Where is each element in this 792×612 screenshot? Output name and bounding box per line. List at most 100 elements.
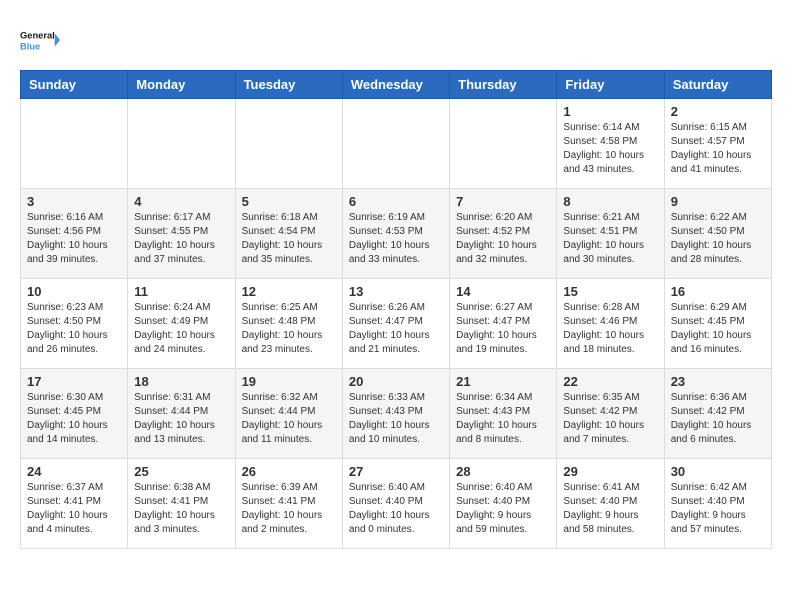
day-number: 8	[563, 194, 657, 209]
day-cell-27: 27Sunrise: 6:40 AMSunset: 4:40 PMDayligh…	[342, 459, 449, 549]
day-number: 4	[134, 194, 228, 209]
day-number: 9	[671, 194, 765, 209]
weekday-monday: Monday	[128, 71, 235, 99]
day-number: 20	[349, 374, 443, 389]
day-cell-21: 21 Sunrise: 6:34 AMSunset: 4:43 PMDayligh…	[450, 369, 557, 459]
day-cell-23: 23Sunrise: 6:36 AMSunset: 4:42 PMDayligh…	[664, 369, 771, 459]
day-detail: Sunrise: 6:14 AMSunset: 4:58 PMDaylight:…	[563, 121, 657, 177]
day-cell-18: 18 Sunrise: 6:31 AMSunset: 4:44 PMDayligh…	[128, 369, 235, 459]
day-detail: Sunrise: 6:39 AMSunset: 4:41 PMDaylight:…	[242, 481, 336, 537]
day-detail: Sunrise: 6:28 AMSunset: 4:46 PMDaylight:…	[563, 301, 657, 357]
day-number: 30	[671, 464, 765, 479]
weekday-thursday: Thursday	[450, 71, 557, 99]
weekday-sunday: Sunday	[21, 71, 128, 99]
day-detail: Sunrise: 6:38 AMSunset: 4:41 PMDaylight:…	[134, 481, 228, 537]
day-number: 24	[27, 464, 121, 479]
day-cell-17: 17 Sunrise: 6:30 AMSunset: 4:45 PMDayligh…	[21, 369, 128, 459]
empty-cell	[21, 99, 128, 189]
day-number: 26	[242, 464, 336, 479]
day-cell-16: 16 Sunrise: 6:29 AMSunset: 4:45 PMDayligh…	[664, 279, 771, 369]
header: General Blue	[20, 20, 772, 60]
day-cell-28: 28Sunrise: 6:40 AMSunset: 4:40 PMDayligh…	[450, 459, 557, 549]
day-detail: Sunrise: 6:24 AMSunset: 4:49 PMDaylight:…	[134, 301, 228, 357]
day-cell-6: 6 Sunrise: 6:19 AMSunset: 4:53 PMDaylight…	[342, 189, 449, 279]
day-cell-29: 29 Sunrise: 6:41 AMSunset: 4:40 PMDayligh…	[557, 459, 664, 549]
day-cell-12: 12 Sunrise: 6:25 AMSunset: 4:48 PMDayligh…	[235, 279, 342, 369]
day-detail: Sunrise: 6:20 AMSunset: 4:52 PMDaylight:…	[456, 211, 550, 267]
day-number: 14	[456, 284, 550, 299]
day-cell-1: 1 Sunrise: 6:14 AMSunset: 4:58 PMDaylight…	[557, 99, 664, 189]
svg-text:Blue: Blue	[20, 41, 40, 51]
day-number: 29	[563, 464, 657, 479]
day-cell-25: 25 Sunrise: 6:38 AMSunset: 4:41 PMDayligh…	[128, 459, 235, 549]
day-detail: Sunrise: 6:16 AMSunset: 4:56 PMDaylight:…	[27, 211, 121, 267]
day-detail: Sunrise: 6:18 AMSunset: 4:54 PMDaylight:…	[242, 211, 336, 267]
day-cell-20: 20 Sunrise: 6:33 AMSunset: 4:43 PMDayligh…	[342, 369, 449, 459]
week-row-2: 3Sunrise: 6:16 AMSunset: 4:56 PMDaylight…	[21, 189, 772, 279]
day-cell-7: 7 Sunrise: 6:20 AMSunset: 4:52 PMDaylight…	[450, 189, 557, 279]
day-detail: Sunrise: 6:25 AMSunset: 4:48 PMDaylight:…	[242, 301, 336, 357]
day-number: 18	[134, 374, 228, 389]
day-detail: Sunrise: 6:42 AMSunset: 4:40 PMDaylight:…	[671, 481, 765, 537]
day-number: 6	[349, 194, 443, 209]
week-row-3: 10Sunrise: 6:23 AMSunset: 4:50 PMDayligh…	[21, 279, 772, 369]
day-number: 21	[456, 374, 550, 389]
empty-cell	[450, 99, 557, 189]
week-row-5: 24 Sunrise: 6:37 AMSunset: 4:41 PMDayligh…	[21, 459, 772, 549]
day-detail: Sunrise: 6:37 AMSunset: 4:41 PMDaylight:…	[27, 481, 121, 537]
logo-svg: General Blue	[20, 20, 60, 60]
empty-cell	[235, 99, 342, 189]
svg-text:General: General	[20, 31, 55, 41]
day-detail: Sunrise: 6:31 AMSunset: 4:44 PMDaylight:…	[134, 391, 228, 447]
weekday-header-row: SundayMondayTuesdayWednesdayThursdayFrid…	[21, 71, 772, 99]
day-detail: Sunrise: 6:32 AMSunset: 4:44 PMDaylight:…	[242, 391, 336, 447]
day-number: 22	[563, 374, 657, 389]
calendar: SundayMondayTuesdayWednesdayThursdayFrid…	[20, 70, 772, 549]
day-detail: Sunrise: 6:30 AMSunset: 4:45 PMDaylight:…	[27, 391, 121, 447]
day-number: 25	[134, 464, 228, 479]
day-cell-3: 3Sunrise: 6:16 AMSunset: 4:56 PMDaylight…	[21, 189, 128, 279]
empty-cell	[342, 99, 449, 189]
day-number: 16	[671, 284, 765, 299]
weekday-saturday: Saturday	[664, 71, 771, 99]
week-row-1: 1 Sunrise: 6:14 AMSunset: 4:58 PMDaylight…	[21, 99, 772, 189]
empty-cell	[128, 99, 235, 189]
day-detail: Sunrise: 6:21 AMSunset: 4:51 PMDaylight:…	[563, 211, 657, 267]
day-number: 1	[563, 104, 657, 119]
day-number: 19	[242, 374, 336, 389]
day-detail: Sunrise: 6:29 AMSunset: 4:45 PMDaylight:…	[671, 301, 765, 357]
day-cell-13: 13 Sunrise: 6:26 AMSunset: 4:47 PMDayligh…	[342, 279, 449, 369]
day-detail: Sunrise: 6:40 AMSunset: 4:40 PMDaylight:…	[456, 481, 550, 537]
day-cell-9: 9 Sunrise: 6:22 AMSunset: 4:50 PMDaylight…	[664, 189, 771, 279]
day-detail: Sunrise: 6:22 AMSunset: 4:50 PMDaylight:…	[671, 211, 765, 267]
day-cell-19: 19 Sunrise: 6:32 AMSunset: 4:44 PMDayligh…	[235, 369, 342, 459]
day-number: 27	[349, 464, 443, 479]
week-row-4: 17 Sunrise: 6:30 AMSunset: 4:45 PMDayligh…	[21, 369, 772, 459]
day-number: 23	[671, 374, 765, 389]
weekday-tuesday: Tuesday	[235, 71, 342, 99]
day-detail: Sunrise: 6:34 AMSunset: 4:43 PMDaylight:…	[456, 391, 550, 447]
day-cell-14: 14 Sunrise: 6:27 AMSunset: 4:47 PMDayligh…	[450, 279, 557, 369]
logo: General Blue	[20, 20, 60, 60]
day-cell-24: 24 Sunrise: 6:37 AMSunset: 4:41 PMDayligh…	[21, 459, 128, 549]
day-cell-2: 2Sunrise: 6:15 AMSunset: 4:57 PMDaylight…	[664, 99, 771, 189]
day-number: 12	[242, 284, 336, 299]
day-detail: Sunrise: 6:17 AMSunset: 4:55 PMDaylight:…	[134, 211, 228, 267]
day-detail: Sunrise: 6:26 AMSunset: 4:47 PMDaylight:…	[349, 301, 443, 357]
day-detail: Sunrise: 6:35 AMSunset: 4:42 PMDaylight:…	[563, 391, 657, 447]
day-number: 10	[27, 284, 121, 299]
day-number: 13	[349, 284, 443, 299]
day-cell-30: 30 Sunrise: 6:42 AMSunset: 4:40 PMDayligh…	[664, 459, 771, 549]
day-number: 17	[27, 374, 121, 389]
day-detail: Sunrise: 6:33 AMSunset: 4:43 PMDaylight:…	[349, 391, 443, 447]
day-detail: Sunrise: 6:19 AMSunset: 4:53 PMDaylight:…	[349, 211, 443, 267]
day-detail: Sunrise: 6:41 AMSunset: 4:40 PMDaylight:…	[563, 481, 657, 537]
day-number: 11	[134, 284, 228, 299]
day-detail: Sunrise: 6:15 AMSunset: 4:57 PMDaylight:…	[671, 121, 765, 177]
day-cell-26: 26 Sunrise: 6:39 AMSunset: 4:41 PMDayligh…	[235, 459, 342, 549]
day-cell-15: 15Sunrise: 6:28 AMSunset: 4:46 PMDayligh…	[557, 279, 664, 369]
day-cell-4: 4 Sunrise: 6:17 AMSunset: 4:55 PMDaylight…	[128, 189, 235, 279]
day-detail: Sunrise: 6:27 AMSunset: 4:47 PMDaylight:…	[456, 301, 550, 357]
day-cell-8: 8 Sunrise: 6:21 AMSunset: 4:51 PMDaylight…	[557, 189, 664, 279]
day-number: 7	[456, 194, 550, 209]
